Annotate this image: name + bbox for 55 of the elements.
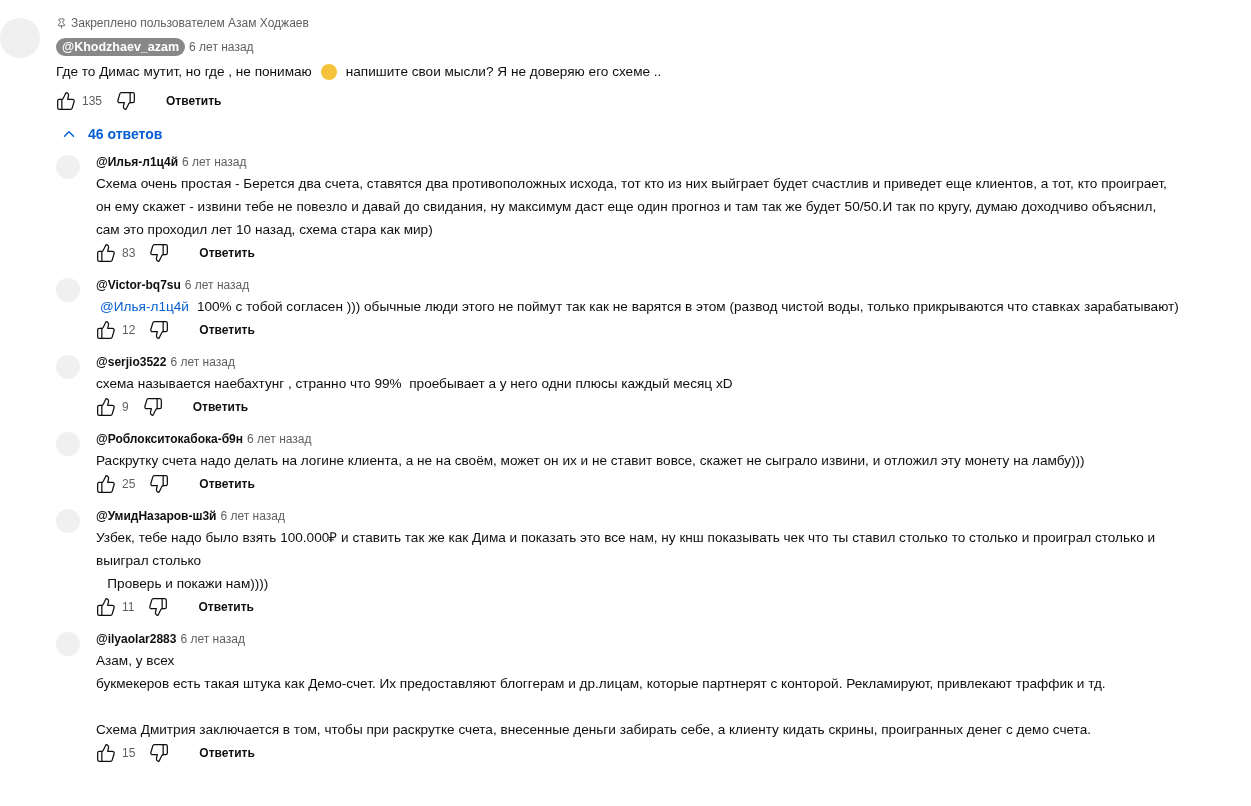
comment-text: Где то Димас мутит, но где , не понимаю [56, 63, 312, 81]
comment-time[interactable]: 6 лет назад [182, 155, 247, 169]
emoji-icon [319, 62, 338, 81]
comment-text: Схема очень простая - Берется два счета, ставятся два противоположных исхода, тот кто из них выйграет будет счастлив и приведет еще клиентов, а тот, кто проиграет, он ему скажет - извини тебе не повезло и давай до свидания, ну максимум даст еще один прогноз и там так же будет 50/50.И так по кругу, думаю доходчиво объяснил, сам это проходил лет 10 назад, схема стара как мир) [96, 175, 1167, 239]
like-button[interactable] [96, 474, 116, 494]
like-count: 15 [122, 746, 136, 760]
reply-button[interactable]: Ответить [162, 88, 226, 114]
comment-time[interactable]: 6 лет назад [184, 278, 250, 292]
like-button[interactable] [96, 320, 116, 340]
dislike-button[interactable] [148, 597, 169, 617]
comment-author[interactable]: @Роблокситокабока-б9н [96, 432, 244, 446]
dislike-button[interactable] [149, 474, 170, 494]
pin-icon [56, 17, 67, 29]
comment-author[interactable]: @УмидНазаров-ш3й [96, 509, 217, 523]
comment-text: Узбек, тебе надо было взять 100.000₽ и ставить так же как Дима и показать это все нам, ну кнш показывать чек что ты ставил столько то столько и проиграл столько и выиграл столько Проверь и покажи нам)))) [96, 529, 1156, 593]
like-count: 83 [122, 246, 136, 260]
mention-link[interactable]: @Илья-л1ц4й [100, 295, 189, 318]
like-button[interactable] [96, 397, 116, 417]
like-count: 11 [122, 600, 135, 614]
author-badge[interactable]: @Khodzhaev_azam [56, 38, 186, 56]
comment-author[interactable]: @Илья-л1ц4й [96, 155, 179, 169]
comment-text: Раскрутку счета надо делать на логине клиента, а не на своём, может он их и не ставит вовсе, скажет не сыграло извини, и отложил эту монету на ламбу))) [96, 452, 1085, 470]
dislike-button[interactable] [149, 243, 170, 263]
pinned-label: Закреплено пользователем Азам Ходжаев [71, 16, 309, 30]
like-count: 9 [122, 400, 129, 414]
comment-time[interactable]: 6 лет назад [247, 432, 312, 446]
reply-button[interactable]: Ответить [194, 594, 258, 620]
like-button[interactable] [96, 243, 116, 263]
like-button[interactable] [96, 597, 116, 617]
like-count: 25 [122, 477, 136, 491]
comment-time[interactable]: 6 лет назад [170, 355, 235, 369]
comment-text: напишите свои мысли? Я не доверяю его схеме .. [345, 63, 662, 81]
like-button[interactable] [96, 743, 116, 763]
comment-time[interactable]: 6 лет назад [189, 40, 254, 54]
comment-author[interactable]: @Victor-bq7su [96, 278, 181, 292]
comment-text: схема называется наебахтунг , странно что 99% проебывает а у него одни плюсы каждый месяц xD [96, 375, 733, 393]
comment-author[interactable]: @serjio3522 [96, 355, 167, 369]
replies-toggle[interactable]: 46 ответов [56, 121, 1179, 147]
reply-button[interactable]: Ответить [195, 740, 259, 765]
comment-text: 100% с тобой согласен ))) обычные люди этого не поймут так как не варятся в этом (развод чистой воды, только прикрываются что ставках зарабатывают) [196, 298, 1179, 316]
reply-button[interactable]: Ответить [195, 471, 259, 497]
like-button[interactable] [56, 91, 76, 111]
dislike-button[interactable] [116, 91, 137, 111]
comment-time[interactable]: 6 лет назад [220, 509, 285, 523]
dislike-button[interactable] [149, 320, 170, 340]
dislike-button[interactable] [142, 397, 163, 417]
like-count: 135 [82, 94, 103, 108]
dislike-button[interactable] [149, 743, 170, 763]
like-count: 12 [122, 323, 136, 337]
reply-button[interactable]: Ответить [188, 394, 253, 420]
comment-text: Азам, у всех букмекеров есть такая штука как Демо-счет. Их предоставляют блоггерам и др.лицам, которые партнерят с конторой. Рекламируют, привлекают траффик и тд. Схема Дмитрия заключается в том, чтобы при раскрутке счета, внесенные деньги забирать себе, а клиенту кидать скрины, проигранных денег с демо счета. [96, 652, 1106, 739]
reply-button[interactable]: Ответить [195, 317, 259, 343]
reply-button[interactable]: Ответить [195, 240, 259, 266]
comment-time[interactable]: 6 лет назад [180, 632, 245, 646]
comment-author[interactable]: @ilyaolar2883 [96, 632, 177, 646]
